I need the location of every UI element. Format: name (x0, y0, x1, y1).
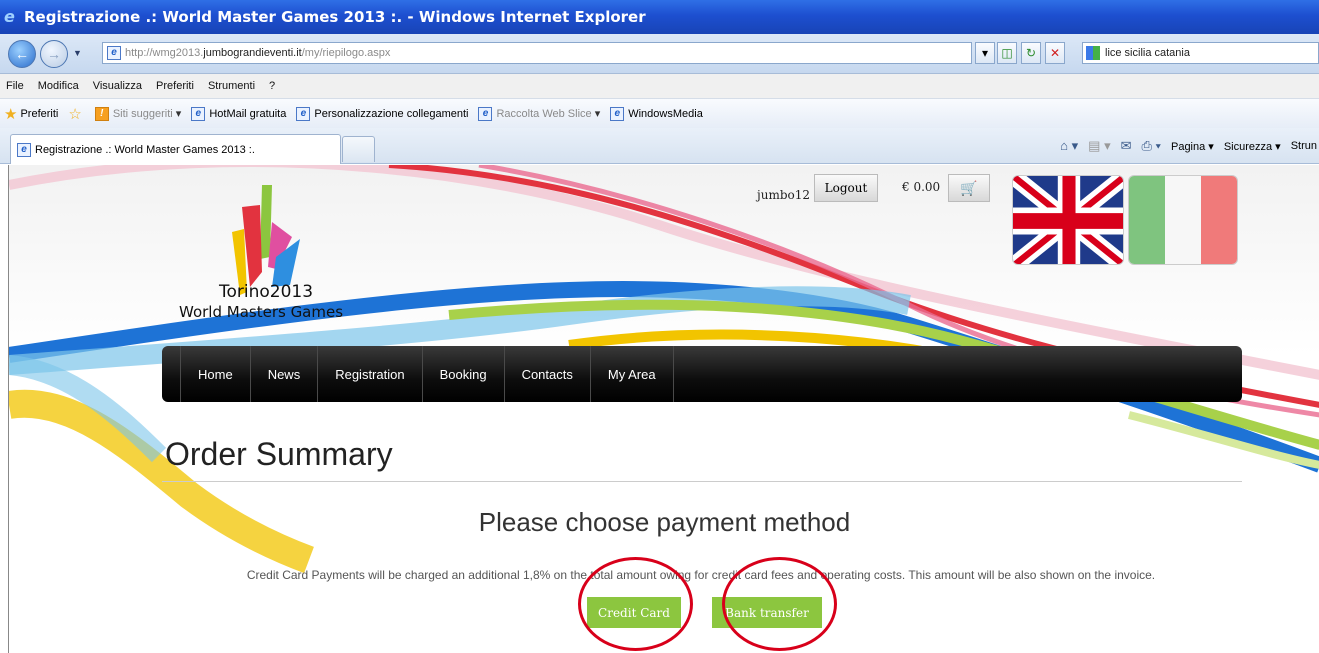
ie-page-icon: e (478, 106, 493, 121)
forward-button[interactable]: → (40, 40, 68, 68)
page-title: Order Summary (165, 436, 393, 472)
search-text: lice sicilia catania (1105, 47, 1190, 59)
ie-page-icon: e (191, 106, 206, 121)
logo-text-wmg: World Masters Games (179, 303, 344, 321)
username-label: jumbo12 (757, 188, 811, 202)
fav-hotmail[interactable]: e HotMail gratuita (191, 106, 287, 121)
annotation-circle-credit (578, 557, 693, 651)
search-field[interactable]: lice sicilia catania (1082, 42, 1319, 64)
home-icon[interactable]: ⌂ ▾ (1060, 138, 1078, 154)
refresh-icon[interactable]: ↻ (1021, 42, 1041, 64)
window-title: Registrazione .: World Master Games 2013… (24, 8, 646, 26)
nav-home[interactable]: Home (180, 346, 251, 402)
address-toolbar: ← → ▼ e http://wmg2013. jumbograndieventi… (0, 34, 1319, 74)
url-path: /my/riepilogo.aspx (301, 47, 391, 59)
feeds-icon[interactable]: ▤ ▾ (1088, 138, 1110, 154)
menu-file[interactable]: File (6, 80, 24, 92)
fav-personalizzazione[interactable]: e Personalizzazione collegamenti (296, 106, 469, 121)
nav-contacts[interactable]: Contacts (505, 346, 591, 402)
tools-menu-label: Strun (1290, 140, 1317, 152)
url-prefix: http://wmg2013. (125, 47, 204, 59)
divider (162, 481, 1242, 482)
fav-label: WindowsMedia (628, 107, 703, 120)
security-menu-label: Sicurezza (1223, 140, 1273, 153)
back-button[interactable]: ← (8, 40, 36, 68)
tools-menu[interactable]: Strun (1291, 140, 1317, 152)
menu-preferiti[interactable]: Preferiti (156, 80, 194, 92)
add-favorite-button[interactable]: ☆ (68, 105, 84, 123)
fav-suggested-sites[interactable]: ! Siti suggeriti ▾ (94, 106, 182, 121)
cart-total: € 0.00 (902, 180, 941, 194)
security-menu[interactable]: Sicurezza ▾ (1224, 140, 1281, 153)
main-nav: Home News Registration Booking Contacts … (162, 346, 1242, 402)
search-provider-icon (1086, 46, 1100, 60)
cart-button[interactable]: 🛒 (948, 174, 990, 202)
menu-strumenti[interactable]: Strumenti (208, 80, 255, 92)
logo-text-torino: Torino2013 (219, 282, 314, 302)
nav-registration[interactable]: Registration (318, 346, 423, 402)
ie-logo-icon: e (4, 7, 15, 26)
add-favorite-icon: ☆ (68, 105, 82, 123)
mail-icon[interactable]: ✉ (1121, 138, 1132, 154)
menu-bar: File Modifica Visualizza Preferiti Strum… (0, 74, 1319, 98)
annotation-circle-bank (722, 557, 837, 651)
new-tab-button[interactable] (342, 136, 375, 162)
url-field[interactable]: e http://wmg2013. jumbograndieventi.it/my… (102, 42, 972, 64)
nav-booking[interactable]: Booking (423, 346, 505, 402)
url-dropdown-icon[interactable]: ▾ (975, 42, 995, 64)
fav-label: Personalizzazione collegamenti (314, 107, 469, 120)
ie-page-icon: e (610, 106, 625, 121)
print-icon[interactable]: ⎙ ▾ (1142, 138, 1161, 154)
tab-title: Registrazione .: World Master Games 2013… (35, 143, 255, 156)
tab-active[interactable]: e Registrazione .: World Master Games 20… (10, 134, 341, 164)
menu-modifica[interactable]: Modifica (38, 80, 79, 92)
nav-my-area[interactable]: My Area (591, 346, 674, 402)
logout-button[interactable]: Logout (814, 174, 878, 202)
stop-icon[interactable]: ✕ (1045, 42, 1065, 64)
suggested-sites-icon: ! (94, 106, 109, 121)
ie-page-icon: e (296, 106, 311, 121)
menu-help[interactable]: ? (269, 80, 275, 92)
chevron-down-icon: ▾ (175, 108, 182, 120)
web-page: Torino2013 World Masters Games jumbo12 L… (8, 165, 1319, 653)
ie-page-icon: e (17, 142, 31, 157)
favorites-star-icon: ★ (4, 105, 18, 123)
window-titlebar: e Registrazione .: World Master Games 20… (0, 0, 1319, 34)
chevron-down-icon: ▾ (594, 108, 601, 120)
history-dropdown-icon[interactable]: ▼ (73, 48, 82, 58)
italy-flag-icon[interactable] (1128, 175, 1238, 265)
tab-bar: e Registrazione .: World Master Games 20… (0, 128, 1319, 164)
payment-subtitle: Please choose payment method (478, 507, 851, 537)
page-menu-label: Pagina (1170, 140, 1206, 153)
fav-label: Raccolta Web Slice (496, 107, 592, 120)
nav-news[interactable]: News (251, 346, 319, 402)
cart-icon: 🛒 (960, 179, 978, 196)
favorites-bar: ★ Preferiti ☆ ! Siti suggeriti ▾ e HotMail … (0, 98, 1319, 128)
command-bar: ⌂ ▾ ▤ ▾ ✉ ⎙ ▾ Pagina ▾ Sicurezza ▾ Strun (1060, 134, 1319, 158)
menu-visualizza[interactable]: Visualizza (93, 80, 142, 92)
fav-windowsmedia[interactable]: e WindowsMedia (610, 106, 703, 121)
fav-label: HotMail gratuita (209, 107, 287, 120)
fav-web-slice[interactable]: e Raccolta Web Slice ▾ (478, 106, 601, 121)
uk-flag-graphic (1013, 176, 1123, 264)
favorites-button[interactable]: ★ Preferiti (4, 105, 58, 123)
url-domain: jumbograndieventi.it (203, 47, 302, 59)
favorites-label: Preferiti (20, 107, 59, 120)
page-menu[interactable]: Pagina ▾ (1171, 140, 1214, 153)
page-icon: e (107, 46, 121, 60)
uk-flag-icon[interactable] (1012, 175, 1124, 265)
compatibility-icon[interactable]: ◫ (997, 42, 1017, 64)
fav-label: Siti suggeriti (112, 107, 173, 120)
